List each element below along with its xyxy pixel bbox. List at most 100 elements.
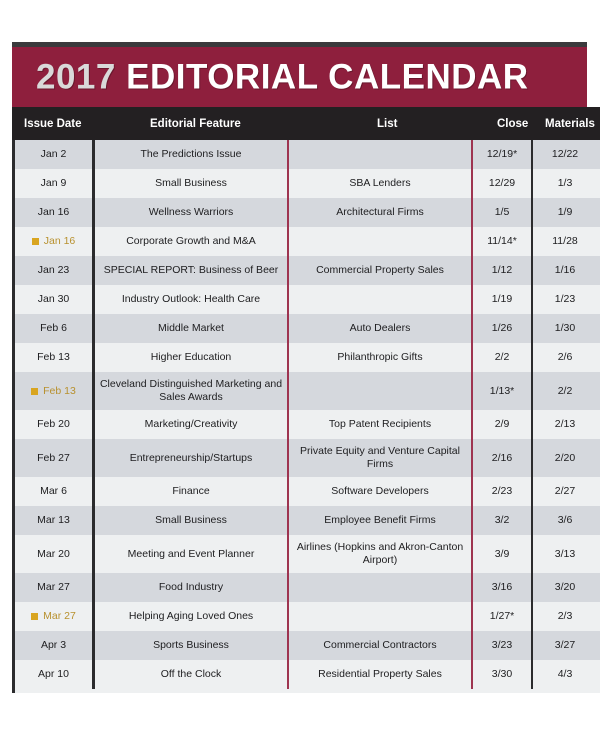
table-row: Mar 13 Small Business Employee Benefit Fir… xyxy=(15,506,600,535)
cell-issue-date: Mar 27 xyxy=(15,602,95,631)
cell-materials: 4/3 xyxy=(557,668,573,681)
cell-issue-date: Mar 20 xyxy=(15,535,95,573)
cell-issue-date: Feb 13 xyxy=(15,372,95,410)
page-title: 2017 EDITORIAL CALENDAR xyxy=(36,60,529,95)
cell-list: Airlines (Hopkins and Akron-Canton Airpo… xyxy=(289,535,473,573)
cell-editorial-feature: Middle Market xyxy=(95,314,289,343)
cell-list: Architectural Firms xyxy=(289,198,473,227)
cell-list: Commercial Property Sales xyxy=(289,256,473,285)
cell-materials: 2/27 xyxy=(554,485,576,498)
cell-editorial-feature: Sports Business xyxy=(95,631,289,660)
cell-materials: 1/23 xyxy=(554,293,576,306)
cell-close: 1/5 xyxy=(473,198,533,227)
cell-editorial-feature: Food Industry xyxy=(95,573,289,602)
title-year: 2017 xyxy=(36,57,116,97)
table-row: Apr 10 Off the Clock Residential Property … xyxy=(15,660,600,689)
table-bottom-edge xyxy=(12,689,600,693)
cell-issue-date: Feb 27 xyxy=(15,439,95,477)
table-row: Feb 6 Middle Market Auto Dealers 1/26 1/30 xyxy=(15,314,600,343)
column-header-editorial-feature: Editorial Feature xyxy=(150,117,241,130)
cell-issue-date: Jan 16 xyxy=(15,227,95,256)
table-row: Feb 27 Entrepreneurship/Startups Private E… xyxy=(15,439,600,477)
table-row: Jan 16 Corporate Growth and M&A 11/14* 11/2… xyxy=(15,227,600,256)
table-row: Mar 27 Helping Aging Loved Ones 1/27* 2/3 xyxy=(15,602,600,631)
cell-list: Software Developers xyxy=(289,477,473,506)
cell-materials: 2/3 xyxy=(557,610,573,623)
cell-materials: 2/6 xyxy=(557,351,573,364)
title-banner: 2017 EDITORIAL CALENDAR xyxy=(12,47,587,107)
column-header-list: List xyxy=(377,117,398,130)
cell-close: 12/19* xyxy=(473,140,533,169)
table-row: Mar 6 Finance Software Developers 2/23 2/27 xyxy=(15,477,600,506)
cell-materials: 11/28 xyxy=(552,235,578,248)
cell-issue-date: Feb 13 xyxy=(15,343,95,372)
cell-issue-date: Mar 6 xyxy=(15,477,95,506)
cell-close: 1/12 xyxy=(473,256,533,285)
table-row: Jan 16 Wellness Warriors Architectural Fir… xyxy=(15,198,600,227)
cell-materials: 1/9 xyxy=(557,206,573,219)
cell-close: 3/9 xyxy=(473,535,533,573)
table-column-header: Issue Date Editorial Feature List Close … xyxy=(12,107,600,140)
cell-materials: 1/16 xyxy=(554,264,576,277)
cell-editorial-feature: Helping Aging Loved Ones xyxy=(95,602,289,631)
cell-close: 2/23 xyxy=(473,477,533,506)
cell-issue-date: Jan 23 xyxy=(15,256,95,285)
calendar-document: 2017 EDITORIAL CALENDAR Issue Date Edito… xyxy=(12,42,600,693)
cell-issue-date: Jan 30 xyxy=(15,285,95,314)
cell-list xyxy=(289,602,473,631)
cell-list xyxy=(289,227,473,256)
cell-close: 1/26 xyxy=(473,314,533,343)
cell-materials: 2/2 xyxy=(557,384,573,397)
column-header-close: Close xyxy=(497,117,529,130)
cell-issue-date: Apr 10 xyxy=(15,660,95,689)
cell-list: Commercial Contractors xyxy=(289,631,473,660)
issue-date-label: Jan 16 xyxy=(43,235,76,248)
cell-close: 1/27* xyxy=(473,602,533,631)
cell-editorial-feature: Small Business xyxy=(95,506,289,535)
cell-issue-date: Mar 13 xyxy=(15,506,95,535)
column-header-materials: Materials xyxy=(545,117,595,130)
cell-list xyxy=(289,140,473,169)
cell-list: Residential Property Sales xyxy=(289,660,473,689)
cell-close: 1/19 xyxy=(473,285,533,314)
cell-editorial-feature: Industry Outlook: Health Care xyxy=(95,285,289,314)
cell-materials: 3/27 xyxy=(554,639,576,652)
cell-editorial-feature: Wellness Warriors xyxy=(95,198,289,227)
cell-materials: 1/3 xyxy=(557,177,573,190)
cell-materials: 3/6 xyxy=(557,514,573,527)
table-row: Feb 20 Marketing/Creativity Top Patent Rec… xyxy=(15,410,600,439)
cell-close: 1/13* xyxy=(473,372,533,410)
issue-date-label: Feb 13 xyxy=(43,384,76,397)
cell-list: Auto Dealers xyxy=(289,314,473,343)
table-row: Feb 13 Higher Education Philanthropic Gift… xyxy=(15,343,600,372)
highlight-marker-icon xyxy=(31,387,39,395)
editorial-calendar-page: 2017 EDITORIAL CALENDAR Issue Date Edito… xyxy=(0,0,600,730)
title-rest: EDITORIAL CALENDAR xyxy=(115,57,529,97)
cell-close: 2/2 xyxy=(473,343,533,372)
table-row: Jan 9 Small Business SBA Lenders 12/29 1/3 xyxy=(15,169,600,198)
cell-editorial-feature: Cleveland Distinguished Marketing and Sa… xyxy=(95,372,289,410)
cell-materials: 2/20 xyxy=(554,451,576,464)
cell-issue-date: Jan 2 xyxy=(15,140,95,169)
table-row: Jan 30 Industry Outlook: Health Care 1/19 1… xyxy=(15,285,600,314)
cell-issue-date: Mar 27 xyxy=(15,573,95,602)
cell-close: 3/23 xyxy=(473,631,533,660)
cell-list: SBA Lenders xyxy=(289,169,473,198)
cell-list xyxy=(289,573,473,602)
cell-close: 3/30 xyxy=(473,660,533,689)
cell-editorial-feature: Marketing/Creativity xyxy=(95,410,289,439)
cell-editorial-feature: Off the Clock xyxy=(95,660,289,689)
cell-materials: 1/30 xyxy=(554,322,576,335)
cell-close: 3/16 xyxy=(473,573,533,602)
cell-list: Private Equity and Venture Capital Firms xyxy=(289,439,473,477)
cell-issue-date: Feb 20 xyxy=(15,410,95,439)
cell-materials: 3/13 xyxy=(554,547,576,560)
table-row: Apr 3 Sports Business Commercial Contracto… xyxy=(15,631,600,660)
cell-issue-date: Apr 3 xyxy=(15,631,95,660)
cell-list xyxy=(289,372,473,410)
cell-close: 3/2 xyxy=(473,506,533,535)
cell-close: 12/29 xyxy=(473,169,533,198)
cell-materials: 12/22 xyxy=(551,148,579,161)
table-row: Jan 23 SPECIAL REPORT: Business of Beer Co… xyxy=(15,256,600,285)
table-row: Mar 27 Food Industry 3/16 3/20 xyxy=(15,573,600,602)
